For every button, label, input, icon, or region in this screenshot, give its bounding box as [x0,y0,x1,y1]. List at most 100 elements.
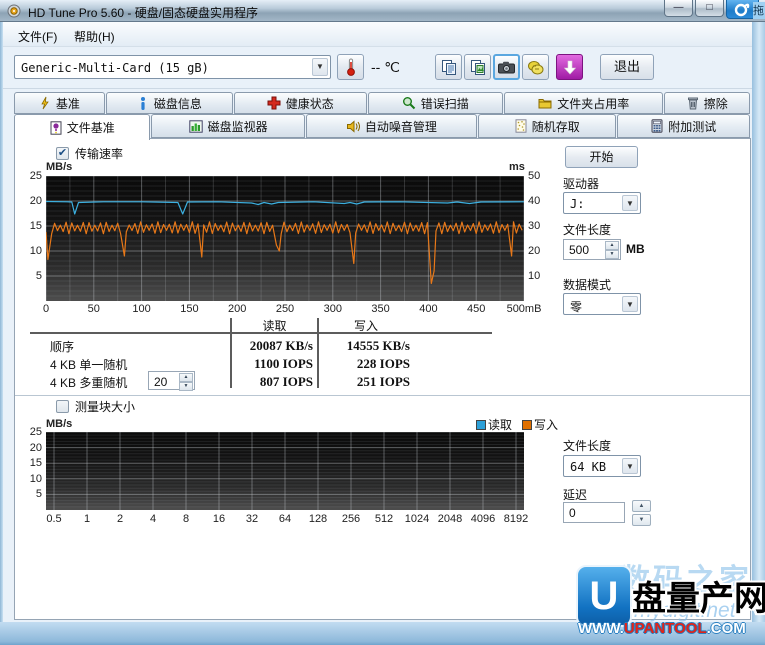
chevron-down-icon[interactable]: ▼ [622,296,638,312]
block-file-length-select[interactable]: 64 KB ▼ [563,455,641,477]
upantool-watermark: 数码之家 mydigit.net U 盘量产网 WWW.UPANTOOL.COM [568,559,765,645]
copy-image-button[interactable] [464,54,491,80]
folder-usage-icon [538,97,552,109]
start-button[interactable]: 开始 [565,146,638,168]
tab-disk-info[interactable]: 磁盘信息 [106,92,233,114]
x-tick-label: 128 [309,513,327,525]
spin-up-icon[interactable]: ▲ [179,373,193,382]
drive-selector[interactable]: Generic-Multi-Card (15 gB) ▼ [14,55,331,79]
menu-file[interactable]: 文件(F) [13,27,62,46]
tab-label: 健康状态 [286,95,334,112]
temperature-value: -- ℃ [371,59,400,76]
x-tick-label: 1 [84,513,90,525]
read-legend-label: 读取 [488,416,512,433]
screenshot-button[interactable] [493,54,520,80]
x-tick-label: 2 [117,513,123,525]
y-tick-label: 25 [2,170,42,182]
chevron-down-icon[interactable]: ▼ [622,195,638,211]
x-tick-label: 0.5 [46,513,61,525]
delay-spin-up[interactable]: ▲ [632,500,651,512]
chart2-legend: 读取 写入 [476,416,558,433]
block-file-length-value: 64 KB [570,460,606,474]
x-tick-label: 350 [371,303,389,315]
chevron-down-icon[interactable]: ▼ [622,458,638,474]
file-length-stepper[interactable]: 500 ▲▼ [563,239,621,260]
4k-single-write-value: 228 IOPS [316,356,410,372]
tab-disk-monitor[interactable]: 磁盘监视器 [151,114,304,138]
y-tick-label: 20 [528,245,540,257]
spin-down-icon[interactable]: ▼ [605,250,619,259]
tab-row-1: 基准 磁盘信息 健康状态 错误扫描 文件夹占用率 擦除 [14,92,751,114]
aam-icon [346,120,360,133]
file-length2-label: 文件长度 [563,437,611,454]
minimize-button[interactable]: — [664,0,693,17]
menu-help[interactable]: 帮助(H) [69,27,120,46]
x-tick-label: 500mB [507,303,542,315]
maximize-button[interactable]: □ [695,0,724,17]
drive-letter-select[interactable]: J: ▼ [563,192,641,214]
checkbox-check-icon: ✔ [56,147,69,160]
spin-up-icon[interactable]: ▲ [605,241,619,250]
copy-image-icon [470,59,486,75]
save-results-button[interactable] [522,54,549,80]
chevron-down-icon[interactable]: ▼ [312,58,328,76]
y-axis-unit-left: MB/s [46,161,72,173]
disk-info-icon [137,96,149,110]
disk-monitor-icon [189,120,203,133]
url-www: WWW. [578,620,624,637]
spin-down-icon[interactable]: ▼ [179,382,193,391]
x-tick-label: 32 [246,513,258,525]
benchmark-icon [39,96,51,110]
x-tick-label: 4 [150,513,156,525]
copy-text-button[interactable] [435,54,462,80]
download-button[interactable] [556,54,583,80]
tab-benchmark[interactable]: 基准 [14,92,105,114]
4k-multi-read-value: 807 IOPS [200,374,313,390]
row-4k-multi-label: 4 KB 多重随机 [50,374,127,391]
x-tick-label: 256 [342,513,360,525]
tab-erase[interactable]: 擦除 [664,92,750,114]
hdtune-window: HD Tune Pro 5.60 - 硬盘/固态硬盘实用程序 — □ 拖拽 文件… [0,0,765,645]
y-tick-label: 5 [2,488,42,500]
tab-error-scan[interactable]: 错误扫描 [368,92,503,114]
read-legend-swatch [476,420,486,430]
window-title: HD Tune Pro 5.60 - 硬盘/固态硬盘实用程序 [28,4,258,21]
tab-random-access[interactable]: 随机存取 [478,114,616,138]
x-tick-label: 300 [324,303,342,315]
tab-file-benchmark[interactable]: 文件基准 [14,114,150,140]
tab-label: 附加测试 [668,118,716,135]
download-icon [563,60,577,75]
data-mode-select[interactable]: 零 ▼ [563,293,641,315]
tab-aam[interactable]: 自动噪音管理 [306,114,477,138]
data-mode-label: 数据模式 [563,276,611,293]
tab-folder-usage[interactable]: 文件夹占用率 [504,92,663,114]
x-tick-label: 450 [467,303,485,315]
table-header-rule [30,332,492,334]
x-tick-label: 16 [213,513,225,525]
transfer-rate-checkbox[interactable]: ✔ 传输速率 [56,145,123,162]
delay-input[interactable]: 0 [563,502,625,523]
file-length-unit: MB [626,242,645,256]
queue-depth-value: 20 [154,375,167,389]
exit-button[interactable]: 退出 [600,54,654,80]
upantool-logo: U [576,565,632,627]
block-size-checkbox[interactable]: 测量块大小 [56,398,135,415]
queue-depth-stepper[interactable]: 20 ▲▼ [148,371,195,390]
tab-health[interactable]: 健康状态 [234,92,367,114]
url-tld: .COM [707,620,746,637]
health-icon [267,96,281,110]
x-tick-label: 0 [43,303,49,315]
y-tick-label: 5 [2,270,42,282]
section-separator [15,395,750,396]
x-tick-label: 150 [180,303,198,315]
tab-extra-tests[interactable]: 附加测试 [617,114,750,138]
write-legend-swatch [522,420,532,430]
delay-spin-down[interactable]: ▼ [632,514,651,526]
tab-label: 基准 [56,95,80,112]
tab-label: 自动噪音管理 [365,118,437,135]
block-size-chart [46,432,524,510]
drive-letter-value: J: [570,197,584,211]
y-axis-unit-left-2: MB/s [46,418,72,430]
temperature-button[interactable] [337,54,364,80]
sequential-write-value: 14555 KB/s [316,338,410,354]
